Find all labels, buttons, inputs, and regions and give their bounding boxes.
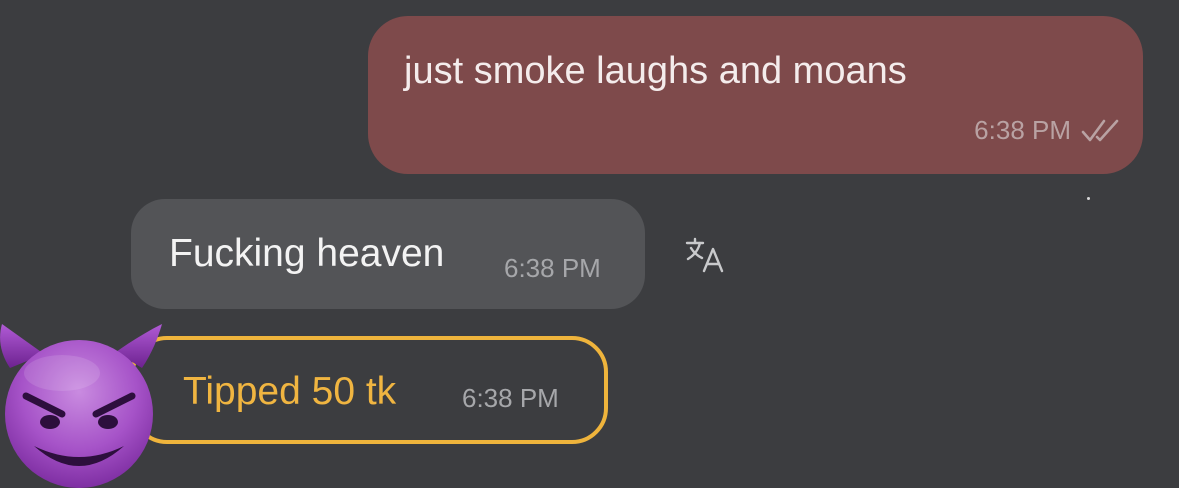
double-check-icon <box>1081 119 1119 141</box>
outgoing-message-time: 6:38 PM <box>974 115 1071 145</box>
incoming-message-bubble[interactable]: Fucking heaven 6:38 PM <box>131 199 645 309</box>
outgoing-message-meta: 6:38 PM <box>974 115 1125 146</box>
tip-message-text: Tipped 50 tk <box>183 370 397 413</box>
outgoing-message-text: just smoke laughs and moans <box>404 50 907 92</box>
smiling-devil-emoji-avatar <box>0 324 162 488</box>
incoming-message-time: 6:38 PM <box>504 253 601 283</box>
outgoing-message-bubble[interactable]: just smoke laughs and moans 6:38 PM <box>368 16 1143 174</box>
decorative-dot <box>1087 197 1090 200</box>
incoming-message-text: Fucking heaven <box>169 232 445 275</box>
translate-icon[interactable] <box>684 234 728 278</box>
tip-message-time: 6:38 PM <box>462 383 559 413</box>
tip-message-bubble[interactable]: Tipped 50 tk 6:38 PM <box>131 336 608 444</box>
